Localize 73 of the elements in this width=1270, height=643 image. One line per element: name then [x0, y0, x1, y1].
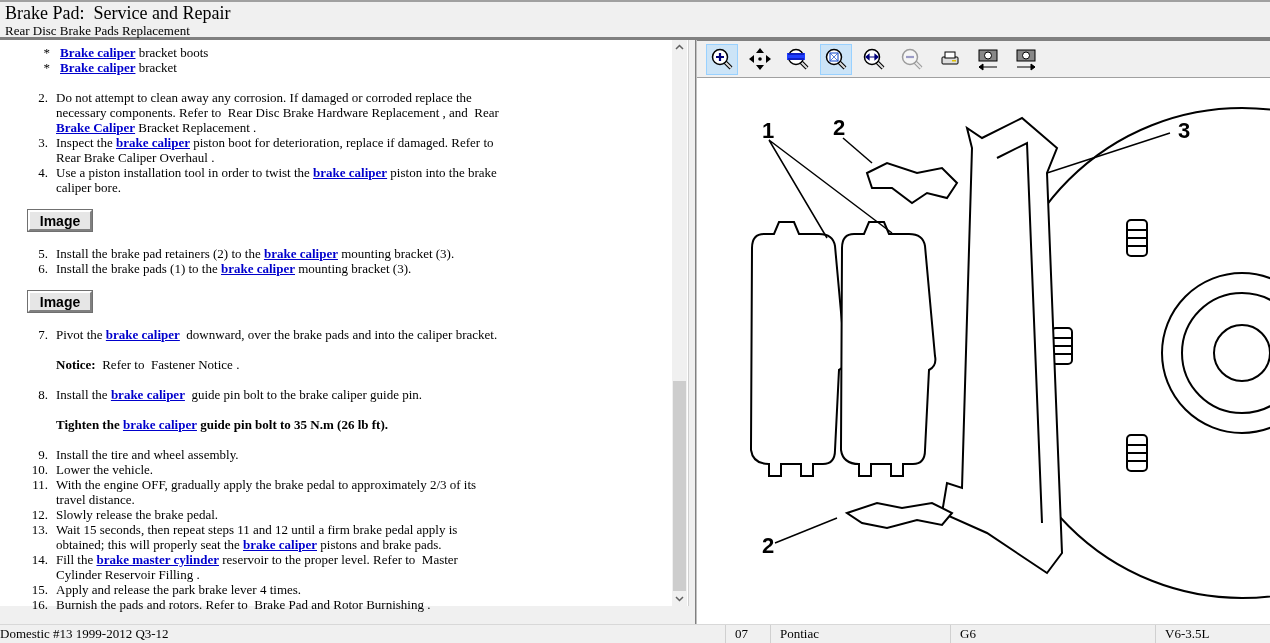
link[interactable]: brake caliper: [313, 165, 388, 180]
status-cell: V6-3.5L: [1155, 625, 1270, 643]
step-number: 16.: [30, 597, 49, 612]
status-cell: G6: [950, 625, 1155, 643]
step-number: 7.: [37, 327, 49, 342]
step-text: Use a piston installation tool in order to twist the brake caliper piston into the brake caliper bore.: [56, 165, 498, 195]
link[interactable]: brake caliper: [221, 261, 295, 276]
bullet-marker: *: [42, 60, 51, 75]
zoom-in-icon: [710, 47, 734, 71]
step-text: Inspect the brake caliper piston boot for deterioration, replace if damaged. Refer to Rear Brake Caliper Overhaul .: [56, 135, 495, 165]
callout-number: 2: [833, 115, 846, 140]
step-text: Brake caliper bracket: [60, 60, 178, 75]
step-text: Apply and release the park brake lever 4 times.: [56, 582, 303, 597]
step-number: 4.: [37, 165, 49, 182]
step-text: Do not attempt to clean away any corrosion. If damaged or corroded replace the necessary components. Refer to Rear Disc Brake Hardware Replacement , and Rear Brake Caliper Bracket Replacement .: [56, 90, 500, 135]
link[interactable]: brake caliper: [122, 417, 197, 432]
step-text: Notice: Refer to Fastener Notice .: [56, 357, 241, 372]
step-number: 10.: [30, 462, 49, 477]
link[interactable]: brake caliper: [105, 327, 180, 342]
link[interactable]: brake caliper: [115, 135, 190, 150]
step-text: Slowly release the brake pedal.: [56, 507, 220, 522]
page-title: Brake Pad: Service and Repair: [5, 3, 232, 23]
step-text: Install the brake pad retainers (2) to the brake caliper mounting bracket (3).: [56, 246, 456, 261]
step-text: With the engine OFF, gradually apply the brake pedal to approximately 2/3 of its travel distance.: [56, 477, 478, 507]
link[interactable]: brake caliper: [110, 387, 185, 402]
status-cell: Pontiac: [770, 625, 950, 643]
step-number: 2.: [37, 90, 49, 107]
status-cell-text: Domestic #13 1999-2012 Q3-12: [0, 625, 170, 643]
torque-note: Tighten the brake caliper guide pin bolt to 35 N.m (26 lb ft).: [56, 417, 389, 432]
page-subtitle: Rear Disc Brake Pads Replacement: [5, 23, 191, 38]
step-text: Brake caliper bracket boots: [60, 45, 210, 60]
bullet-marker: *: [42, 45, 51, 60]
step-number: 5.: [37, 246, 49, 261]
step-number: 6.: [37, 261, 49, 276]
link[interactable]: Brake caliper: [60, 60, 136, 75]
step-text: Wait 15 seconds, then repeat steps 11 and 12 until a firm brake pedal apply is obtained; this will properly seat the brake caliper pistons and brake pads.: [56, 522, 459, 552]
step-number: 8.: [37, 387, 49, 402]
step-text: Fill the brake master cylinder reservoir to the proper level. Refer to Master Cylinder Reservoir Filling .: [56, 552, 459, 582]
zoom-out-icon: [900, 47, 924, 71]
step-number: 11.: [31, 477, 49, 494]
zoom-fit-button[interactable]: [820, 43, 852, 75]
image-button[interactable]: Image: [28, 210, 92, 231]
step-number: 13.: [30, 522, 49, 539]
step-number: 12.: [30, 507, 49, 522]
step-number: 9.: [37, 447, 49, 462]
camera-right-arrow-icon: [1014, 47, 1038, 71]
callout-number: 1: [762, 118, 775, 143]
status-cell: 07: [725, 625, 770, 643]
step-number: 3.: [37, 135, 49, 152]
move-arrows-icon: [748, 47, 772, 71]
step-text: Install the brake caliper guide pin bolt to the brake caliper guide pin.: [56, 387, 424, 402]
step-text: Burnish the pads and rotors. Refer to Brake Pad and Rotor Burnishing .: [56, 597, 432, 612]
zoom-width-icon: [862, 47, 886, 71]
leader-line: [774, 517, 838, 544]
step-number: 15.: [30, 582, 49, 597]
link[interactable]: Brake caliper: [60, 45, 136, 60]
callout-number: 3: [1178, 118, 1191, 143]
zoom-fit-icon: [824, 47, 848, 71]
image-button[interactable]: Image: [28, 291, 92, 312]
zoom-in-button[interactable]: [706, 43, 738, 75]
step-text: Lower the vehicle.: [56, 462, 155, 477]
step-text: Pivot the brake caliper downward, over the brake pads and into the caliper bracket.: [56, 327, 499, 342]
camera-left-arrow-icon: [976, 47, 1000, 71]
link[interactable]: brake master cylinder: [96, 552, 219, 567]
link[interactable]: brake caliper: [243, 537, 318, 552]
scrollbar[interactable]: [672, 40, 687, 606]
step-text: Install the brake pads (1) to the brake caliper mounting bracket (3).: [56, 261, 413, 276]
step-text: Install the tire and wheel assembly.: [56, 447, 240, 462]
link[interactable]: brake caliper: [263, 246, 338, 261]
zoom-actual-size-icon: [786, 47, 810, 71]
callout-number: 2: [762, 533, 775, 558]
link[interactable]: Brake Caliper: [56, 120, 136, 135]
step-number: 14.: [30, 552, 49, 569]
